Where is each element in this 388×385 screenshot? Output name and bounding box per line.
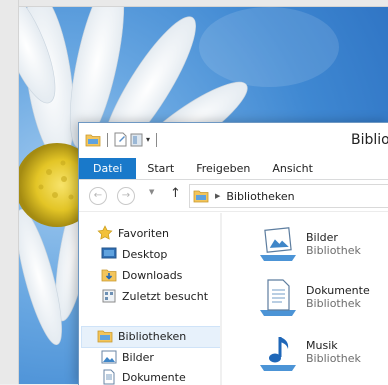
file-explorer-window: ▾ Biblio Datei Start Freigeben Ansicht ←… (78, 122, 388, 385)
library-name: Bilder (306, 231, 338, 244)
nav-libraries[interactable]: Bibliotheken (97, 327, 186, 345)
downloads-icon (101, 269, 117, 282)
tab-share[interactable]: Freigeben (185, 158, 261, 179)
nav-item-label: Dokumente (122, 370, 186, 384)
outer-window-top-border (0, 0, 388, 7)
nav-libraries-label: Bibliotheken (118, 329, 187, 343)
nav-item-label: Bilder (122, 350, 154, 364)
star-icon (97, 225, 113, 240)
content-pane: Bilder Bibliothek Dokumente Bibliothek M… (222, 213, 388, 385)
back-arrow-icon[interactable]: ← (89, 187, 107, 205)
up-arrow-icon[interactable]: ↑ (170, 186, 181, 201)
breadcrumb-libraries[interactable]: Bibliotheken (226, 190, 294, 203)
pictures-icon (101, 350, 117, 364)
tab-start[interactable]: Start (136, 158, 185, 179)
library-item-text: Musik Bibliothek (306, 333, 361, 373)
breadcrumb-chevron-icon[interactable]: ▶ (215, 192, 220, 200)
folder-icon[interactable] (85, 133, 101, 147)
library-type: Bibliothek (306, 352, 361, 365)
library-item-documents[interactable]: Dokumente Bibliothek (258, 278, 370, 318)
nav-favorites[interactable]: Favoriten (97, 224, 169, 242)
library-name: Dokumente (306, 284, 370, 297)
properties-icon[interactable] (114, 132, 127, 147)
address-field[interactable]: ▶ Bibliotheken (189, 184, 388, 208)
library-type: Bibliothek (306, 244, 361, 257)
outer-window-left-border (0, 0, 19, 384)
libraries-folder-icon (193, 190, 209, 203)
new-folder-icon[interactable] (130, 132, 143, 147)
recent-places-icon (102, 289, 116, 303)
libraries-folder-icon (97, 330, 113, 343)
window-title: Biblio (351, 132, 388, 148)
tab-file[interactable]: Datei (79, 158, 137, 179)
customize-toolbar-arrow-icon[interactable]: ▾ (146, 135, 150, 144)
nav-item-desktop[interactable]: Desktop (101, 245, 167, 263)
nav-favorites-label: Favoriten (118, 226, 169, 240)
nav-item-pictures[interactable]: Bilder (101, 348, 154, 366)
ribbon-tabs: Datei Start Freigeben Ansicht (79, 157, 388, 180)
documents-library-icon (260, 279, 296, 316)
nav-item-documents[interactable]: Dokumente (101, 368, 186, 385)
desktop-icon (101, 247, 117, 259)
toolbar-separator (156, 132, 158, 147)
library-item-text: Dokumente Bibliothek (306, 278, 370, 318)
library-item-music[interactable]: Musik Bibliothek (258, 333, 361, 373)
nav-item-recent-places[interactable]: Zuletzt besucht (101, 287, 208, 305)
tab-view[interactable]: Ansicht (261, 158, 324, 179)
library-type: Bibliothek (306, 297, 361, 310)
music-library-icon (260, 337, 296, 371)
nav-item-label: Downloads (122, 268, 183, 282)
documents-icon (103, 369, 115, 385)
library-name: Musik (306, 339, 338, 352)
address-bar: ← → ▼ ↑ ▶ Bibliotheken (79, 180, 388, 212)
toolbar-separator (107, 132, 108, 147)
nav-item-label: Zuletzt besucht (122, 289, 209, 303)
navigation-pane: Favoriten Desktop Downloads Zuletzt besu… (79, 213, 222, 385)
recent-locations-chevron-down-icon[interactable]: ▼ (149, 188, 154, 196)
title-bar: ▾ Biblio (79, 123, 388, 157)
nav-item-downloads[interactable]: Downloads (101, 266, 182, 284)
pictures-library-icon (260, 227, 296, 261)
library-item-pictures[interactable]: Bilder Bibliothek (258, 225, 361, 263)
forward-arrow-icon[interactable]: → (117, 187, 135, 205)
library-item-text: Bilder Bibliothek (306, 225, 361, 263)
quick-access-toolbar: ▾ (85, 132, 160, 147)
nav-item-label: Desktop (122, 247, 168, 261)
